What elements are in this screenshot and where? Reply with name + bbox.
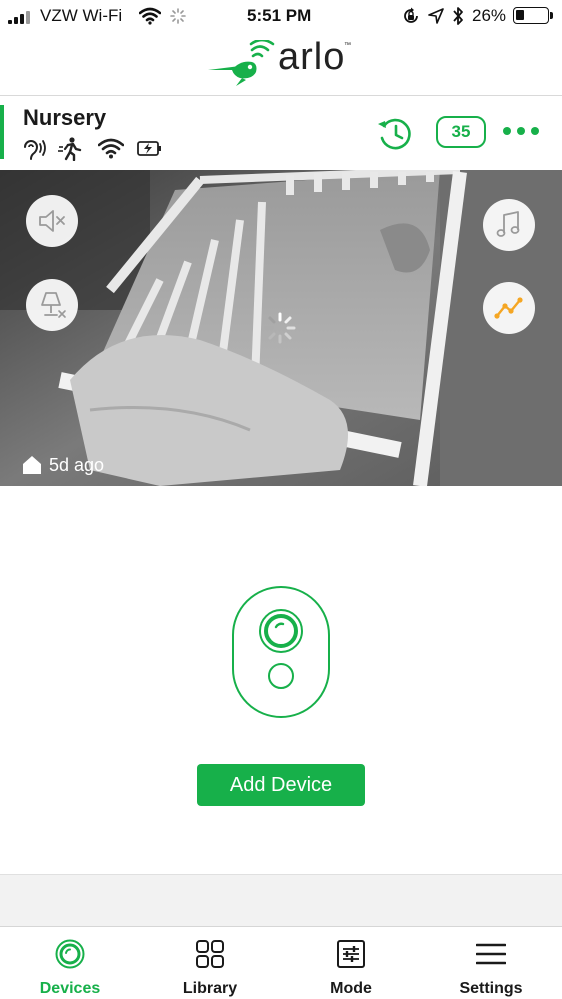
tab-label-settings: Settings <box>459 980 523 997</box>
mode-sliders-icon <box>337 940 365 968</box>
music-note-icon <box>496 211 520 237</box>
activity-spinner-icon <box>170 8 186 24</box>
arlo-baby-camera-icon <box>232 586 330 718</box>
clock: 5:51 PM <box>247 6 312 25</box>
tab-mode[interactable]: Mode <box>281 927 421 999</box>
content-footer-spacer <box>0 874 562 926</box>
battery-icon <box>513 7 549 24</box>
device-header[interactable]: Nursery 35 <box>0 97 562 170</box>
tab-label-library: Library <box>182 980 238 997</box>
app-header: arlo ™ <box>0 32 562 96</box>
battery-tip <box>550 12 553 19</box>
location-icon <box>428 8 444 24</box>
devices-icon <box>55 939 85 969</box>
device-name: Nursery <box>23 105 107 130</box>
air-quality-button[interactable] <box>483 282 535 334</box>
last-seen-label: 5d ago <box>49 455 105 475</box>
signal-icon <box>8 10 36 24</box>
settings-menu-icon <box>476 943 506 965</box>
night-light-button[interactable] <box>26 279 78 331</box>
loading-spinner-icon <box>264 312 296 344</box>
tab-bar: Devices Library Mode Settings <box>0 926 562 999</box>
speaker-mute-button[interactable] <box>26 195 78 247</box>
tab-label-devices: Devices <box>39 980 101 997</box>
air-quality-graph-icon <box>494 297 523 319</box>
lullaby-button[interactable] <box>483 199 535 251</box>
tab-devices[interactable]: Devices <box>0 927 140 999</box>
home-icon <box>23 456 41 474</box>
brand-wordmark: arlo <box>278 36 346 78</box>
trademark-symbol: ™ <box>344 42 351 49</box>
event-count-badge[interactable]: 35 <box>436 116 486 148</box>
battery-percent: 26% <box>472 6 507 25</box>
tab-settings[interactable]: Settings <box>421 927 561 999</box>
library-grid-icon <box>196 940 224 968</box>
speaker-muted-icon <box>39 210 65 232</box>
tab-label-mode: Mode <box>330 980 372 997</box>
status-bar: VZW Wi-Fi 5:51 PM 26% <box>0 0 562 32</box>
wifi-icon <box>139 7 161 25</box>
wifi-signal-icon <box>98 138 124 159</box>
bluetooth-icon <box>453 7 463 25</box>
carrier-label: VZW Wi-Fi <box>40 6 123 25</box>
audio-detection-icon <box>24 140 46 160</box>
add-device-panel: Add Device <box>0 486 562 874</box>
activity-history-icon[interactable] <box>375 116 415 152</box>
camera-feed[interactable]: 5d ago <box>0 170 562 486</box>
battery-charging-icon <box>137 141 161 156</box>
device-accent-bar <box>0 105 4 159</box>
motion-detection-icon <box>58 137 82 161</box>
night-light-off-icon <box>41 292 66 318</box>
rotation-lock-icon <box>404 7 418 23</box>
add-device-button[interactable]: Add Device <box>197 764 365 806</box>
more-dots-icon[interactable] <box>501 123 541 139</box>
tab-library[interactable]: Library <box>140 927 280 999</box>
